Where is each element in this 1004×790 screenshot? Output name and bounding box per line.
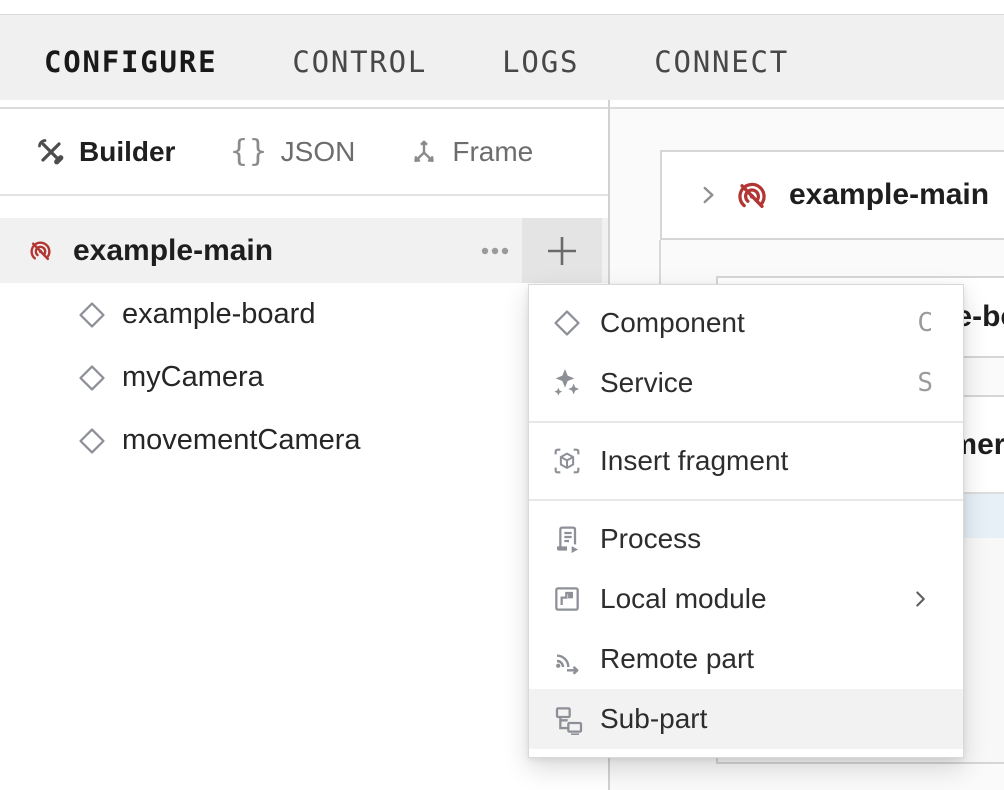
more-options-icon[interactable]	[480, 246, 510, 256]
submenu-chevron-icon	[907, 586, 933, 612]
chevron-right-icon[interactable]	[695, 182, 721, 208]
menu-item-label: Service	[600, 367, 693, 399]
tree-item-example-board[interactable]: example-board	[0, 283, 608, 346]
menu-item-local-module[interactable]: Local module	[529, 569, 963, 629]
mode-frame-label: Frame	[452, 136, 533, 168]
shortcut-key: S	[917, 368, 933, 398]
menu-section-resources: Component C Service S	[529, 285, 963, 421]
component-diamond-icon	[76, 425, 108, 457]
tree-item-mycamera[interactable]: myCamera	[0, 346, 608, 409]
menu-item-component[interactable]: Component C	[529, 293, 963, 353]
part-name: example-main	[73, 234, 273, 268]
menu-item-label: Remote part	[600, 643, 754, 675]
tab-logs[interactable]: LOGS	[502, 45, 579, 79]
service-sparkles-icon	[551, 367, 583, 399]
menu-item-remote-part[interactable]: Remote part	[529, 629, 963, 689]
component-diamond-icon	[76, 299, 108, 331]
tree-item-label: movementCamera	[122, 424, 361, 457]
tree-item-label: myCamera	[122, 361, 264, 394]
menu-section-fragment: Insert fragment	[529, 421, 963, 499]
resource-tree: example-board myCamera movementCamera	[0, 283, 608, 472]
viam-configure-screen: CONFIGURE CONTROL LOGS CONNECT Builder {…	[0, 0, 1004, 790]
mode-json[interactable]: {} JSON	[229, 136, 355, 168]
add-resource-menu: Component C Service S	[528, 284, 964, 758]
config-sidebar: Builder {} JSON Frame	[0, 109, 608, 790]
menu-item-label: Insert fragment	[600, 445, 788, 477]
window-top-strip	[0, 0, 1004, 15]
shortcut-key: C	[917, 308, 933, 338]
offline-icon	[735, 178, 769, 212]
process-icon	[551, 523, 583, 555]
add-resource-button[interactable]	[522, 218, 602, 283]
offline-icon	[28, 238, 53, 263]
main-nav: CONFIGURE CONTROL LOGS CONNECT	[0, 15, 1004, 100]
local-module-icon	[551, 583, 583, 615]
remote-part-icon	[551, 643, 583, 675]
component-diamond-icon	[76, 362, 108, 394]
part-card-title: example-main	[789, 178, 989, 212]
menu-item-label: Component	[600, 307, 745, 339]
part-card-example-main[interactable]: example-main	[660, 150, 1004, 240]
menu-item-sub-part[interactable]: Sub-part	[529, 689, 963, 749]
part-row-example-main[interactable]: example-main	[0, 218, 608, 283]
tab-configure[interactable]: CONFIGURE	[44, 45, 217, 79]
mode-builder-label: Builder	[79, 136, 175, 168]
sub-part-icon	[551, 703, 583, 735]
mode-builder[interactable]: Builder	[36, 136, 175, 168]
frame-axes-icon	[409, 137, 439, 167]
menu-section-advanced: Process Local module	[529, 499, 963, 757]
plus-icon	[544, 233, 580, 269]
tools-icon	[36, 137, 66, 167]
tree-item-movementcamera[interactable]: movementCamera	[0, 409, 608, 472]
menu-item-label: Local module	[600, 583, 767, 615]
tab-connect[interactable]: CONNECT	[654, 45, 789, 79]
mode-json-label: JSON	[281, 136, 356, 168]
component-diamond-icon	[551, 307, 583, 339]
menu-item-process[interactable]: Process	[529, 509, 963, 569]
mode-frame[interactable]: Frame	[409, 136, 533, 168]
menu-item-label: Process	[600, 523, 701, 555]
insert-fragment-icon	[551, 445, 583, 477]
tree-item-label: example-board	[122, 298, 315, 331]
tab-control[interactable]: CONTROL	[292, 45, 427, 79]
menu-item-label: Sub-part	[600, 703, 707, 735]
view-mode-toolbar: Builder {} JSON Frame	[0, 109, 608, 196]
menu-item-insert-fragment[interactable]: Insert fragment	[529, 431, 963, 491]
menu-item-service[interactable]: Service S	[529, 353, 963, 413]
braces-icon: {}	[229, 137, 267, 167]
